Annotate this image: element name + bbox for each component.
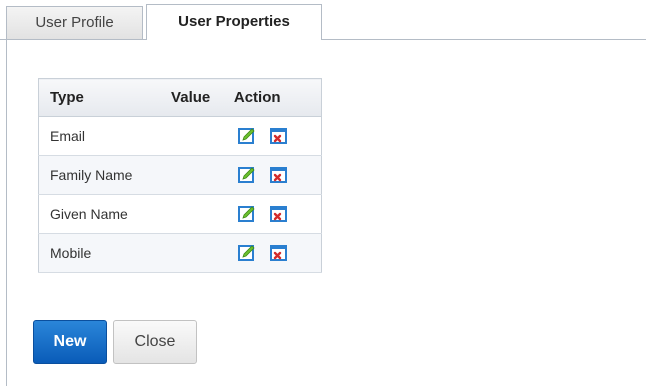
property-value: [171, 155, 230, 195]
property-type: Family Name: [38, 155, 172, 195]
action-cell: [229, 194, 322, 234]
grid-header-row: Type Value Action: [38, 78, 322, 117]
table-row[interactable]: Mobile: [38, 233, 322, 273]
column-header-value[interactable]: Value: [171, 78, 230, 117]
edit-icon[interactable]: [237, 205, 256, 223]
tab-divider: [0, 39, 646, 40]
property-type: Email: [38, 116, 172, 156]
edit-icon[interactable]: [237, 127, 256, 145]
column-header-type[interactable]: Type: [38, 78, 172, 117]
column-header-action: Action: [229, 78, 322, 117]
delete-icon[interactable]: [269, 205, 288, 223]
action-cell: [229, 233, 322, 273]
tab-strip: User Profile User Properties: [0, 0, 646, 40]
action-cell: [229, 155, 322, 195]
property-type: Given Name: [38, 194, 172, 234]
property-value: [171, 233, 230, 273]
table-row[interactable]: Email: [38, 116, 322, 156]
new-button[interactable]: New: [33, 320, 107, 364]
tab-user-properties[interactable]: User Properties: [146, 4, 322, 40]
property-type: Mobile: [38, 233, 172, 273]
panel-left-border: [6, 39, 7, 386]
table-row[interactable]: Family Name: [38, 155, 322, 195]
delete-icon[interactable]: [269, 127, 288, 145]
action-cell: [229, 116, 322, 156]
edit-icon[interactable]: [237, 166, 256, 184]
delete-icon[interactable]: [269, 244, 288, 262]
property-value: [171, 194, 230, 234]
close-button[interactable]: Close: [113, 320, 197, 364]
table-row[interactable]: Given Name: [38, 194, 322, 234]
property-value: [171, 116, 230, 156]
edit-icon[interactable]: [237, 244, 256, 262]
tab-user-profile[interactable]: User Profile: [6, 6, 143, 39]
user-properties-grid: Type Value Action Email Family Name Give…: [38, 78, 322, 273]
delete-icon[interactable]: [269, 166, 288, 184]
